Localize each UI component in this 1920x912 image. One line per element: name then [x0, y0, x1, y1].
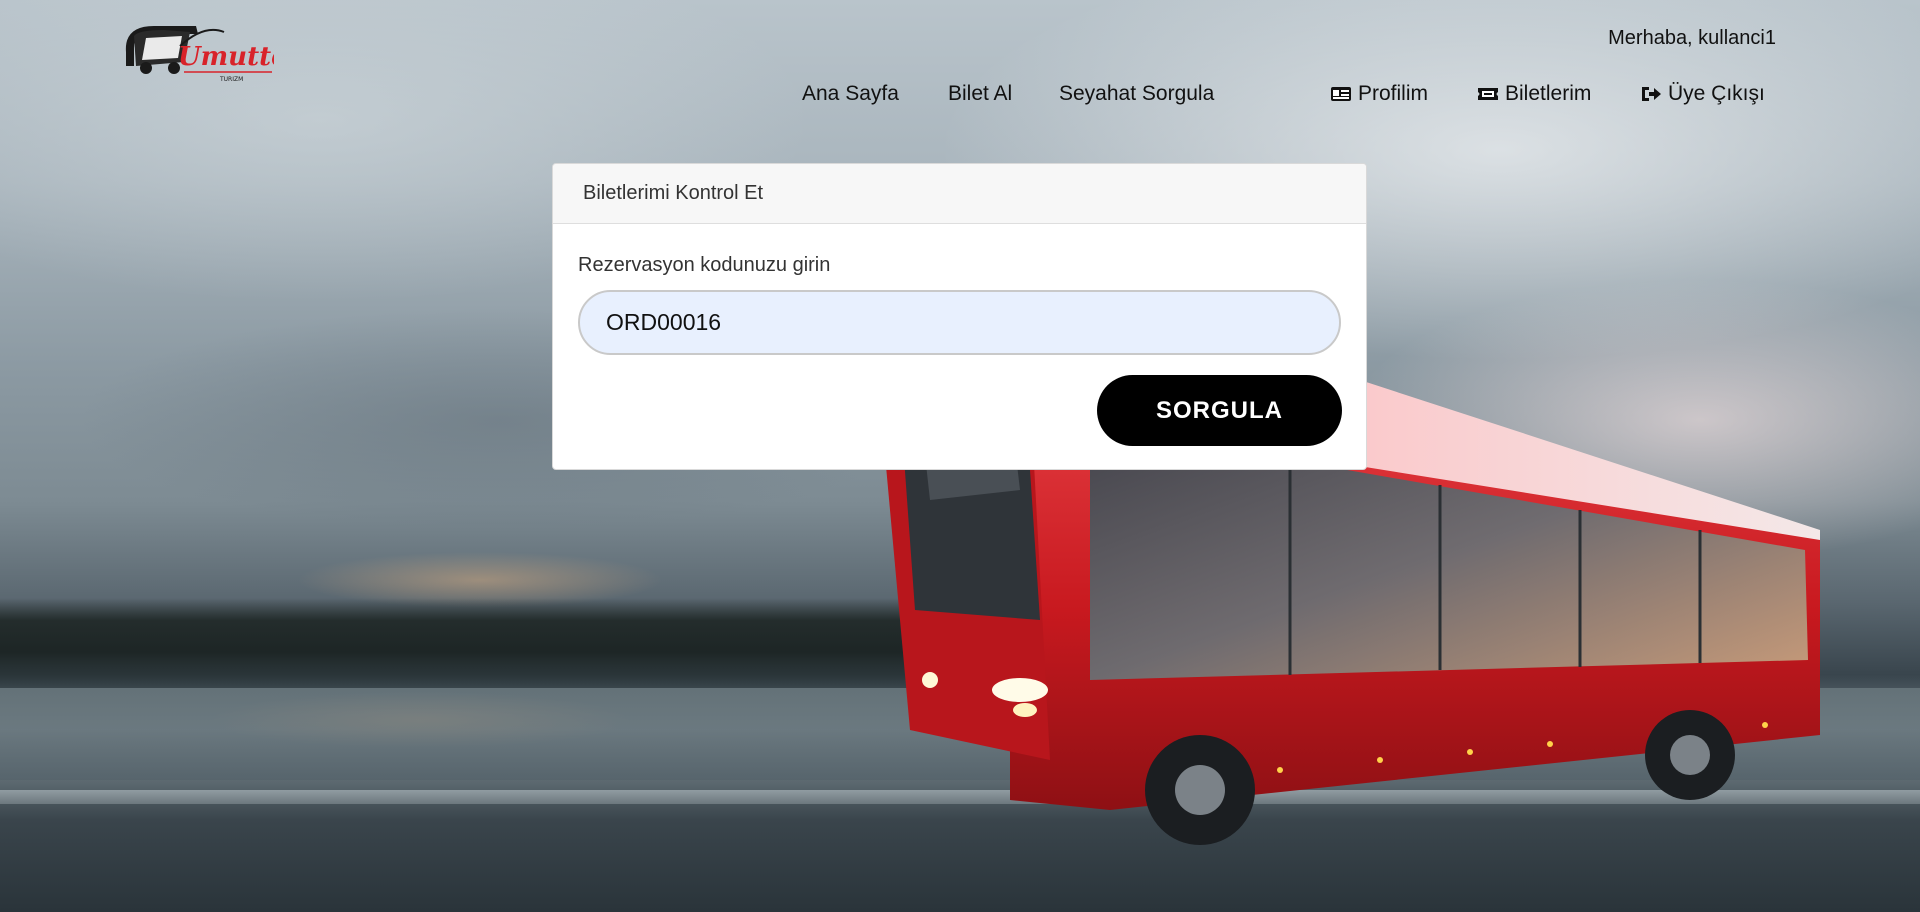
nav-item-label: Ana Sayfa: [802, 82, 899, 105]
nav-item-profile[interactable]: Profilim: [1330, 82, 1428, 106]
company-logo[interactable]: Umuttepe TURIZM: [124, 22, 274, 84]
query-button[interactable]: SORGULA: [1097, 375, 1342, 446]
id-card-icon: [1331, 87, 1351, 101]
nav-item-label: Üye Çıkışı: [1668, 82, 1765, 105]
nav-item-label: Bilet Al: [948, 82, 1013, 105]
sign-out-icon: [1642, 87, 1661, 101]
nav-item-label: Profilim: [1358, 82, 1429, 105]
nav-item-logout[interactable]: Üye Çıkışı: [1640, 82, 1765, 106]
nav-item-label: Biletlerim: [1505, 82, 1592, 105]
main-navigation: Ana Sayfa Bilet Al Seyahat Sorgula Profi…: [0, 82, 1920, 110]
background-treeline: [0, 598, 1000, 688]
reservation-code-input[interactable]: [578, 290, 1341, 355]
card-title: Biletlerimi Kontrol Et: [553, 164, 1366, 224]
greeting-text: Merhaba, kullanci1: [1608, 27, 1776, 49]
nav-item-home[interactable]: Ana Sayfa: [802, 82, 899, 106]
page: Umuttepe TURIZM Merhaba, kullanci1 Ana S…: [0, 0, 1920, 912]
nav-item-my-tickets[interactable]: Biletlerim: [1477, 82, 1591, 106]
ticket-icon: [1478, 88, 1498, 100]
reservation-code-label: Rezervasyon kodunuzu girin: [578, 254, 831, 276]
nav-item-trip-search[interactable]: Seyahat Sorgula: [1059, 82, 1214, 106]
svg-text:Umuttepe: Umuttepe: [178, 42, 274, 72]
ticket-check-card: Biletlerimi Kontrol Et Rezervasyon kodun…: [552, 163, 1367, 470]
nav-item-buy-ticket[interactable]: Bilet Al: [948, 82, 1012, 106]
nav-item-label: Seyahat Sorgula: [1059, 82, 1215, 105]
